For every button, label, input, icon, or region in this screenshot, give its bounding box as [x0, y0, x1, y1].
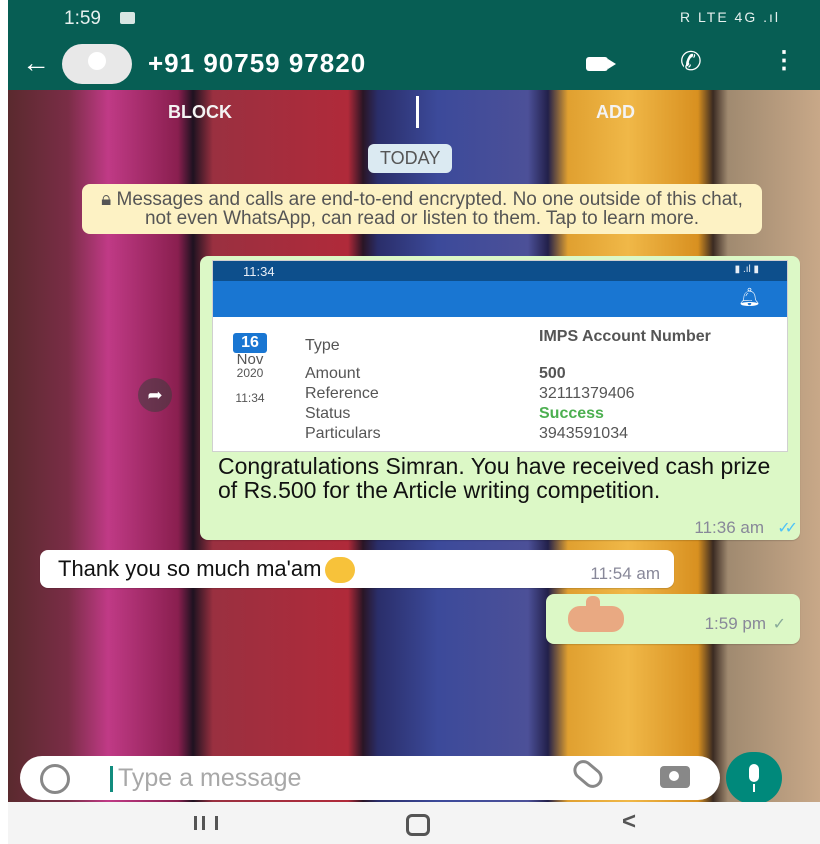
row-label-particulars: Particulars — [305, 425, 381, 442]
transaction-day: 16 — [233, 333, 267, 353]
video-call-icon[interactable] — [586, 57, 616, 71]
read-receipt-icon: ✓✓ — [777, 520, 798, 537]
transaction-month: Nov — [236, 351, 264, 368]
message-time: 11:36 am — [694, 518, 764, 537]
transaction-time: 11:34 — [235, 391, 265, 405]
payment-screenshot-image[interactable]: 11:34 ▮ .ıl ▮ 🔔︎ 16 Nov 2020 11:34 Type … — [212, 260, 788, 452]
text-cursor — [110, 766, 113, 792]
message-text: Thank you so much ma'am — [58, 556, 322, 581]
message-text-wrap: Thank you so much ma'am — [58, 556, 356, 584]
incoming-message[interactable]: Thank you so much ma'am 11:54 am — [40, 550, 674, 588]
message-notification-icon — [120, 12, 135, 24]
screenshot-status-bar: 11:34 ▮ .ıl ▮ — [213, 261, 787, 281]
microphone-icon[interactable] — [726, 752, 782, 804]
status-bar: 1:59 R LTE 4G .ıl — [8, 0, 820, 38]
back-arrow-icon[interactable]: ← — [22, 47, 50, 79]
row-value-status: Success — [539, 405, 604, 422]
unknown-contact-actions: BLOCK ADD — [8, 90, 820, 134]
phone-call-icon[interactable]: ✆ — [680, 46, 702, 77]
lock-icon: 🔒︎ — [101, 189, 117, 210]
contact-name[interactable]: +91 90759 97820 — [148, 48, 366, 79]
bell-icon: 🔔︎ — [738, 287, 761, 307]
outgoing-image-message[interactable]: 11:34 ▮ .ıl ▮ 🔔︎ 16 Nov 2020 11:34 Type … — [200, 256, 800, 540]
screenshot-status-time: 11:34 — [243, 264, 275, 279]
phone-screen: 1:59 R LTE 4G .ıl ← +91 90759 97820 ✆ ⋮ … — [8, 0, 820, 844]
thumbs-up-emoji-icon — [568, 596, 624, 632]
status-indicators: R LTE 4G .ıl — [680, 9, 780, 25]
message-input[interactable] — [116, 760, 540, 796]
add-contact-button[interactable]: ADD — [596, 102, 635, 123]
nav-back-icon[interactable]: < — [622, 808, 636, 836]
contact-avatar[interactable] — [62, 44, 132, 84]
android-nav-bar: < — [8, 802, 820, 844]
message-time: 11:54 am — [590, 564, 660, 583]
transaction-date: 16 Nov 2020 11:34 — [233, 333, 267, 405]
row-value-reference: 32111379406 — [539, 385, 635, 402]
home-icon[interactable] — [406, 814, 430, 836]
chat-header: ← +91 90759 97820 ✆ ⋮ — [8, 38, 820, 90]
camera-icon[interactable] — [660, 766, 690, 788]
recent-apps-icon[interactable] — [194, 816, 218, 830]
sent-tick-icon: ✓ — [772, 616, 786, 633]
actions-divider — [416, 96, 419, 128]
status-time: 1:59 — [64, 8, 101, 29]
row-value-particulars: 3943591034 — [539, 425, 628, 442]
chat-area[interactable]: BLOCK ADD TODAY 🔒︎ Messages and calls ar… — [8, 90, 820, 802]
emoji-icon[interactable] — [40, 764, 70, 794]
row-value-type: IMPS Account Number — [539, 328, 711, 345]
row-label-status: Status — [305, 405, 351, 422]
message-text: Congratulations Simran. You have receive… — [218, 453, 771, 503]
row-label-type: Type — [305, 337, 340, 354]
row-label-reference: Reference — [305, 385, 379, 402]
message-composer — [20, 756, 720, 800]
block-button[interactable]: BLOCK — [168, 102, 232, 123]
message-time: 1:59 pm — [704, 614, 766, 633]
screenshot-signal-icon: ▮ .ıl ▮ — [734, 264, 759, 275]
encryption-notice-text: Messages and calls are end-to-end encryp… — [116, 189, 743, 229]
date-chip: TODAY — [368, 144, 453, 173]
row-value-amount: 500 — [539, 365, 566, 382]
transaction-year: 2020 — [236, 366, 264, 380]
forward-icon[interactable]: ➦ — [138, 378, 172, 412]
screenshot-app-bar: 🔔︎ — [213, 281, 787, 317]
outgoing-thumbs-up-message[interactable]: 1:59 pm ✓ — [546, 594, 800, 644]
paperclip-icon[interactable] — [569, 756, 607, 792]
encryption-notice[interactable]: 🔒︎ Messages and calls are end-to-end enc… — [82, 184, 762, 234]
row-label-amount: Amount — [305, 365, 361, 382]
smiling-face-with-halo-emoji-icon — [325, 557, 356, 584]
more-options-icon[interactable]: ⋮ — [772, 46, 796, 75]
